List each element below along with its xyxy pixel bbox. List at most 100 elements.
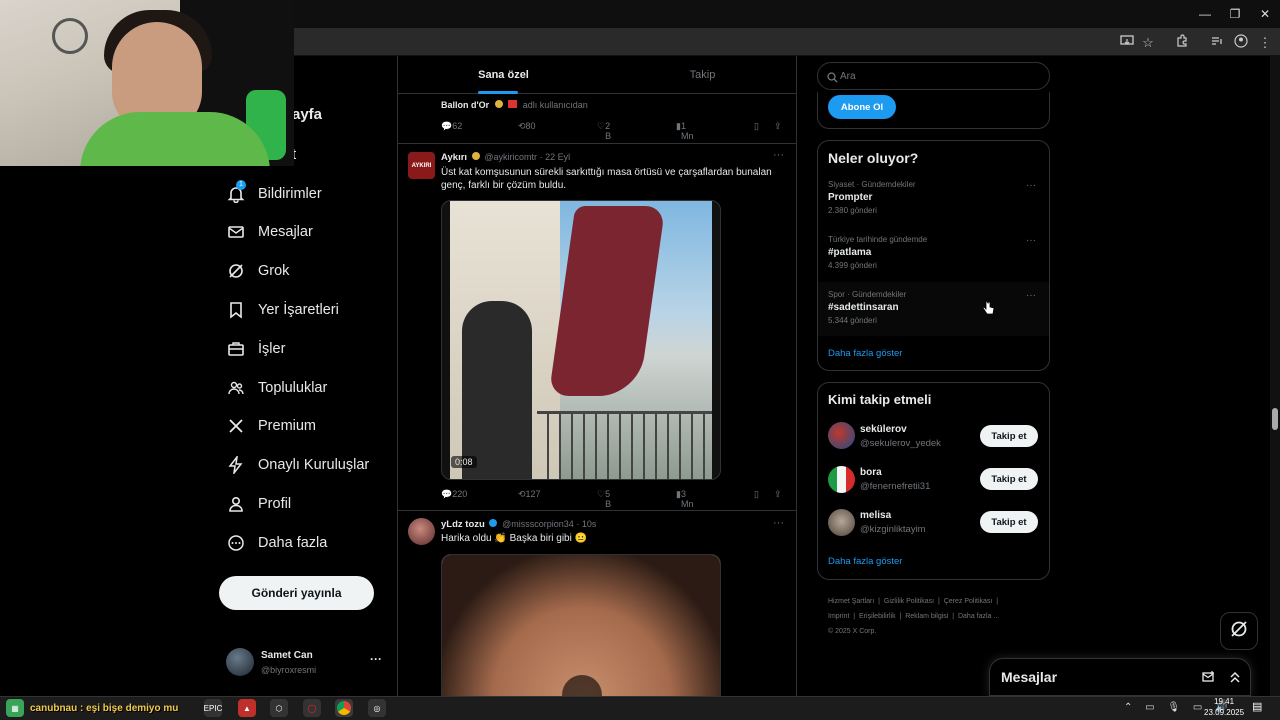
footer-link[interactable]: Reklam bilgisi [905,613,948,620]
media-control-icon[interactable] [1208,34,1226,52]
game-launcher-icon[interactable]: ▲ [238,699,256,717]
divider [398,510,796,511]
webcam-shirt [80,112,270,166]
tab-following[interactable]: Takip [603,56,796,94]
footer-link[interactable]: Daha fazla ... [958,613,999,620]
tweet-time[interactable]: · 10s [576,519,596,529]
tweet-image[interactable] [441,554,721,696]
nav-item-communities[interactable]: Topluluklar [226,369,327,407]
tweet-more-icon[interactable]: ··· [773,149,784,161]
messages-drawer[interactable]: Mesajlar [989,658,1251,696]
post-button[interactable]: Gönderi yayınla [219,576,374,610]
nav-item-bookmarks[interactable]: Yer İşaretleri [226,291,339,329]
bookmark-tweet-icon[interactable]: ▯ [754,121,759,132]
subscribe-button[interactable]: Abone Ol [828,95,896,119]
nav-label: Profil [258,496,292,512]
footer-link[interactable]: Gizlilik Politikası [884,598,934,605]
profile-icon[interactable] [1232,34,1250,52]
like-button[interactable]: ♡ 2 B [597,121,611,141]
share-icon[interactable]: ⇪ [774,489,782,500]
author-handle[interactable]: @missscorpion34 [502,519,574,529]
trend-item[interactable]: Türkiye tarihinde gündemde #patlama 4.39… [828,235,1038,270]
trend-more-icon[interactable]: ··· [1026,290,1036,301]
briefcase-icon [226,339,246,359]
footer-link[interactable]: Erişilebilirlik [859,613,896,620]
search-placeholder: Ara [840,71,856,82]
page-scrollbar[interactable] [1270,56,1280,696]
install-app-icon[interactable] [1118,34,1136,52]
scrollbar-thumb[interactable] [1272,408,1278,430]
nav-item-jobs[interactable]: İşler [226,330,285,368]
like-button[interactable]: ♡ 5 B [597,489,611,509]
trend-context: Spor · Gündemdekiler [828,290,907,299]
grok-fab-button[interactable] [1220,612,1258,650]
opera-icon[interactable]: ◯ [303,699,321,717]
account-switcher[interactable]: Samet Can @biyroxresmi ··· [226,646,386,682]
follow-show-more-link[interactable]: Daha fazla göster [828,556,902,567]
nav-label: Onaylı Kuruluşlar [258,457,370,473]
reply-button[interactable]: 💬 62 [441,121,462,132]
minimize-button[interactable]: — [1188,4,1222,24]
tweet-avatar[interactable]: AYKIRI [408,152,435,179]
trend-more-icon[interactable]: ··· [1026,235,1036,246]
bookmark-star-icon[interactable]: ☆ [1139,34,1157,52]
tweet-more-icon[interactable]: ··· [773,517,784,529]
trend-item[interactable]: Siyaset · Gündemdekiler Prompter 2.380 g… [828,180,1038,215]
reply-button[interactable]: 💬 220 [441,489,467,500]
taskbar [0,696,1280,720]
expand-drawer-icon[interactable] [1228,670,1242,689]
trends-show-more-link[interactable]: Daha fazla göster [828,348,902,359]
author-handle[interactable]: @aykiricomtr [484,152,537,162]
follow-button[interactable]: Takip et [980,468,1038,490]
author-name[interactable]: Aykırı [441,152,467,163]
footer-link[interactable]: Hizmet Şartları [828,598,874,605]
clock-time[interactable]: 19:41 [1214,697,1234,706]
grok-icon [226,261,246,281]
settings-app-icon[interactable]: ⬡ [270,699,288,717]
close-window-button[interactable]: ✕ [1248,4,1280,24]
app-icon[interactable]: ▦ [6,699,24,717]
nav-item-more[interactable]: Daha fazla [226,524,327,562]
restore-button[interactable]: ❐ [1218,4,1252,24]
account-more-button[interactable]: ··· [370,652,382,666]
tweet-avatar[interactable] [408,518,435,545]
follow-title: Kimi takip etmeli [828,392,932,407]
chrome-icon[interactable] [335,699,353,717]
follow-button[interactable]: Takip et [980,425,1038,447]
nav-home-partial-label[interactable]: ayfa [292,106,322,123]
clock-date[interactable]: 23.09.2025 [1204,708,1244,717]
author-name[interactable]: yLdz tozu [441,519,485,530]
new-message-icon[interactable] [1202,670,1216,689]
trend-more-icon[interactable]: ··· [1026,180,1036,191]
follow-handle: @sekulerov_yedek [860,438,941,449]
nav-item-verified-orgs[interactable]: Onaylı Kuruluşlar [226,446,369,484]
epic-games-icon[interactable]: EPIC [204,699,222,717]
nav-item-messages[interactable]: Mesajlar [226,213,313,251]
retweet-button[interactable]: ⟲ 127 [518,489,541,500]
nav-item-notifications[interactable]: 1 Bildirimler [226,175,322,213]
tweet-actions: 💬 220 ⟲ 127 ♡ 5 B ▮ 3 Mn ▯ ⇪ [441,489,791,509]
tweet-video[interactable]: 0:08 [441,200,721,480]
notification-center-icon[interactable]: ▤ [1252,700,1262,713]
follow-button[interactable]: Takip et [980,511,1038,533]
tab-for-you[interactable]: Sana özel [404,56,603,94]
mail-icon [226,222,246,242]
trend-item[interactable]: Spor · Gündemdekiler #sadettinsaran 5.34… [828,290,1038,325]
retweet-button[interactable]: ⟲ 80 [518,121,536,132]
footer-link[interactable]: Imprint [828,613,849,620]
share-icon[interactable]: ⇪ [774,121,782,132]
app-icon[interactable]: ◎ [368,699,386,717]
nav-item-grok[interactable]: Grok [226,252,289,290]
extensions-icon[interactable] [1173,34,1191,52]
nav-item-profile[interactable]: Profil [226,485,291,523]
tweet-time[interactable]: · 22 Eyl [540,152,571,162]
like-count: 2 B [605,121,612,141]
nav-item-premium[interactable]: Premium [226,407,316,445]
bookmark-tweet-icon[interactable]: ▯ [754,489,759,500]
avatar [828,466,855,493]
footer-link[interactable]: Çerez Politikası [944,598,993,605]
views-button[interactable]: ▮ 3 Mn [676,489,693,509]
search-input[interactable]: Ara [817,62,1050,90]
browser-menu-icon[interactable]: ⋮ [1256,34,1274,52]
views-button[interactable]: ▮ 1 Mn [676,121,693,141]
